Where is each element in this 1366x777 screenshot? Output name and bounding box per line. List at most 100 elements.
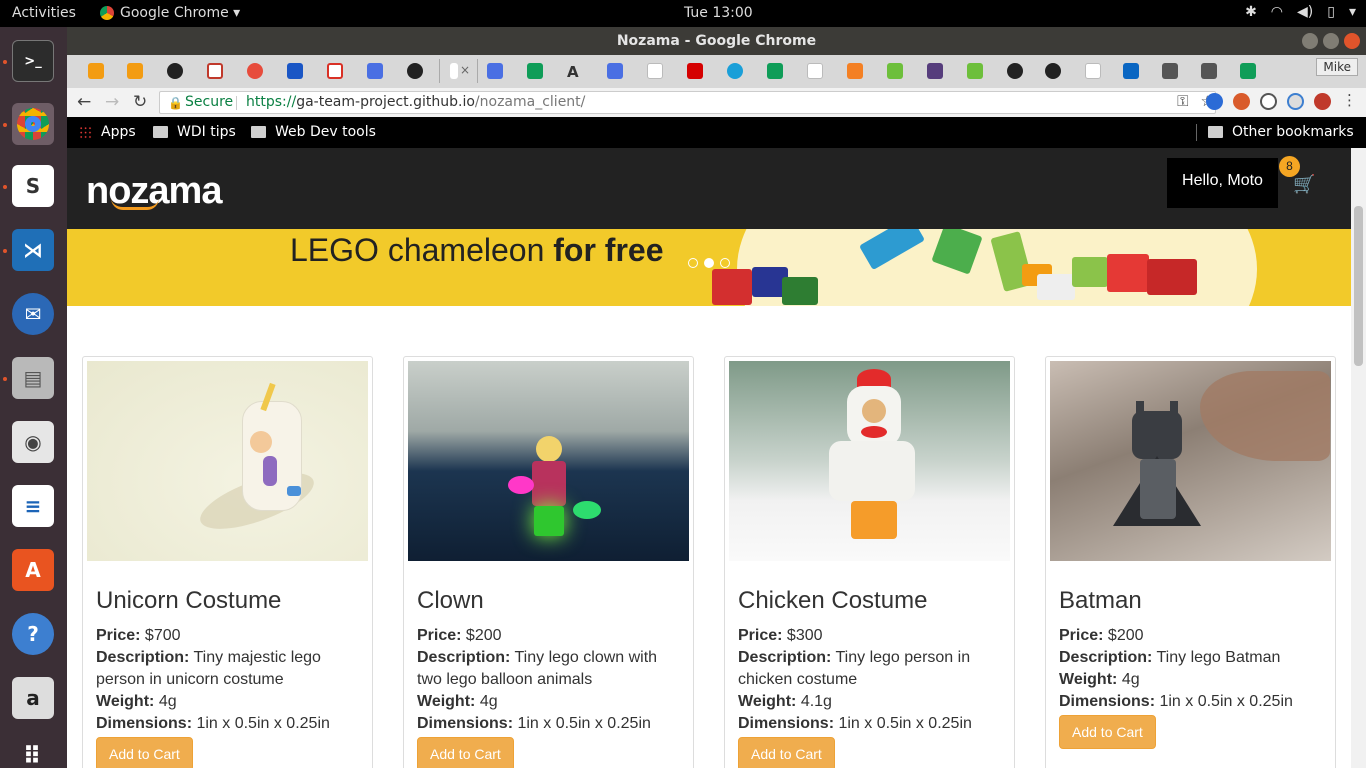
product-image-batman[interactable] (1050, 361, 1331, 561)
thunderbird-icon[interactable]: ✉ (12, 293, 54, 335)
product-image-unicorn[interactable] (87, 361, 368, 561)
sheets-tab-icon[interactable] (1240, 63, 1256, 79)
extension-icon[interactable] (1314, 93, 1331, 110)
power-menu-icon[interactable]: ▾ (1349, 4, 1356, 20)
files-icon[interactable]: ▤ (12, 357, 54, 399)
price-label: Price: (1059, 627, 1104, 644)
page-tab-icon[interactable] (647, 63, 663, 79)
system-tray[interactable]: ✱ ◠ ◀) ▯ ▾ (1245, 4, 1356, 20)
docs-tab-icon[interactable] (607, 63, 623, 79)
tab-favicon-icon[interactable] (287, 63, 303, 79)
close-button[interactable] (1344, 33, 1360, 49)
page-tab-icon[interactable] (807, 63, 823, 79)
react-devtools-icon[interactable] (1287, 93, 1304, 110)
gmail-tab-icon[interactable] (327, 63, 343, 79)
software-center-icon[interactable]: A (12, 549, 54, 591)
carousel-indicator[interactable] (688, 258, 698, 268)
active-tab-icon[interactable] (450, 63, 458, 79)
promo-carousel[interactable]: LEGO chameleon for free (67, 229, 1351, 306)
tab-favicon-icon[interactable] (247, 63, 263, 79)
back-icon[interactable]: ← (77, 92, 91, 112)
tab-close-icon[interactable]: × (460, 63, 470, 79)
product-image-chicken[interactable] (729, 361, 1010, 561)
url-text[interactable]: https://ga-team-project.github.io/nozama… (246, 92, 585, 113)
chrome-menu-icon[interactable]: ⋮ (1341, 93, 1358, 110)
product-price: $200 (465, 627, 502, 644)
font-tab-icon[interactable]: A (567, 63, 583, 81)
activities-button[interactable]: Activities (12, 5, 76, 21)
docs-tab-icon[interactable] (487, 63, 503, 79)
sheets-tab-icon[interactable] (767, 63, 783, 79)
extension-icon[interactable] (1206, 93, 1223, 110)
wifi-icon[interactable]: ◠ (1271, 4, 1283, 20)
forward-icon[interactable]: → (105, 92, 119, 112)
add-to-cart-button[interactable]: Add to Cart (1059, 715, 1156, 749)
tab-favicon-icon[interactable] (687, 63, 703, 79)
vscode-icon[interactable]: ⋊ (12, 229, 54, 271)
linkedin-tab-icon[interactable] (1123, 63, 1139, 79)
bookmark-apps[interactable]: Apps (79, 124, 136, 140)
tab-favicon-icon[interactable] (727, 63, 743, 79)
w3schools-tab-icon[interactable] (887, 63, 903, 79)
key-icon[interactable]: ⚿ (1177, 92, 1188, 110)
scrollbar-thumb[interactable] (1354, 206, 1363, 366)
maximize-button[interactable] (1323, 33, 1339, 49)
bookmark-folder[interactable]: Web Dev tools (251, 124, 376, 140)
trello-tab-icon[interactable] (1162, 63, 1178, 79)
volume-icon[interactable]: ◀) (1297, 4, 1313, 20)
slack-icon[interactable]: S (12, 165, 54, 207)
terminal-icon[interactable]: >_ (12, 40, 54, 82)
extension-icon[interactable] (1233, 93, 1250, 110)
w3schools-tab-icon[interactable] (967, 63, 983, 79)
docs-tab-icon[interactable] (367, 63, 383, 79)
running-indicator (3, 249, 7, 253)
extension-icon[interactable] (1260, 93, 1277, 110)
tab-separator (439, 59, 440, 83)
carousel-indicator[interactable] (720, 258, 730, 268)
profile-button[interactable]: Mike (1316, 58, 1358, 76)
add-to-cart-button[interactable]: Add to Cart (96, 737, 193, 768)
accessibility-icon[interactable]: ✱ (1245, 4, 1257, 20)
github-tab-icon[interactable] (407, 63, 423, 79)
battery-icon[interactable]: ▯ (1327, 4, 1335, 20)
minimize-button[interactable] (1302, 33, 1318, 49)
chrome-launcher-icon[interactable] (12, 103, 54, 145)
amazon-icon[interactable]: a (12, 677, 54, 719)
calendar-tab-icon[interactable] (207, 63, 223, 79)
github-tab-icon[interactable] (1007, 63, 1023, 79)
user-greeting[interactable]: Hello, Moto (1167, 158, 1278, 208)
trello-tab-icon[interactable] (1201, 63, 1217, 79)
clock[interactable]: Tue 13:00 (684, 5, 753, 21)
address-divider (236, 96, 237, 110)
tab-favicon-icon[interactable] (127, 63, 143, 79)
address-bar[interactable]: 🔒 Secure https://ga-team-project.github.… (159, 91, 1216, 114)
product-image-clown[interactable] (408, 361, 689, 561)
add-to-cart-button[interactable]: Add to Cart (417, 737, 514, 768)
spotify-tab-icon[interactable] (167, 63, 183, 79)
caption-emphasis: for free (553, 232, 664, 268)
help-icon[interactable]: ? (12, 613, 54, 655)
page-scrollbar[interactable] (1351, 148, 1366, 768)
carousel-indicator-active[interactable] (704, 258, 714, 268)
bootstrap-tab-icon[interactable] (927, 63, 943, 79)
carousel-caption: LEGO chameleon for free (290, 232, 664, 269)
url-scheme: https:// (246, 94, 297, 110)
add-to-cart-button[interactable]: Add to Cart (738, 737, 835, 768)
lego-brick (782, 277, 818, 305)
shopping-cart-icon[interactable]: 🛒 (1293, 174, 1315, 195)
rhythmbox-icon[interactable]: ◉ (12, 421, 54, 463)
show-apps-icon[interactable]: ⠿ (12, 735, 54, 777)
window-title-bar[interactable]: Nozama - Google Chrome (67, 27, 1366, 55)
lego-brick (1037, 274, 1075, 300)
bookmark-folder[interactable]: WDI tips (153, 124, 236, 140)
page-tab-icon[interactable] (1085, 63, 1101, 79)
lego-brick (1072, 257, 1108, 287)
other-bookmarks[interactable]: Other bookmarks (1208, 124, 1354, 140)
stackoverflow-tab-icon[interactable] (847, 63, 863, 79)
writer-icon[interactable]: ≡ (12, 485, 54, 527)
sheets-tab-icon[interactable] (527, 63, 543, 79)
github-tab-icon[interactable] (1045, 63, 1061, 79)
tab-favicon-icon[interactable] (88, 63, 104, 79)
reload-icon[interactable]: ↻ (133, 92, 147, 112)
app-menu[interactable]: Google Chrome ▾ (100, 5, 240, 21)
